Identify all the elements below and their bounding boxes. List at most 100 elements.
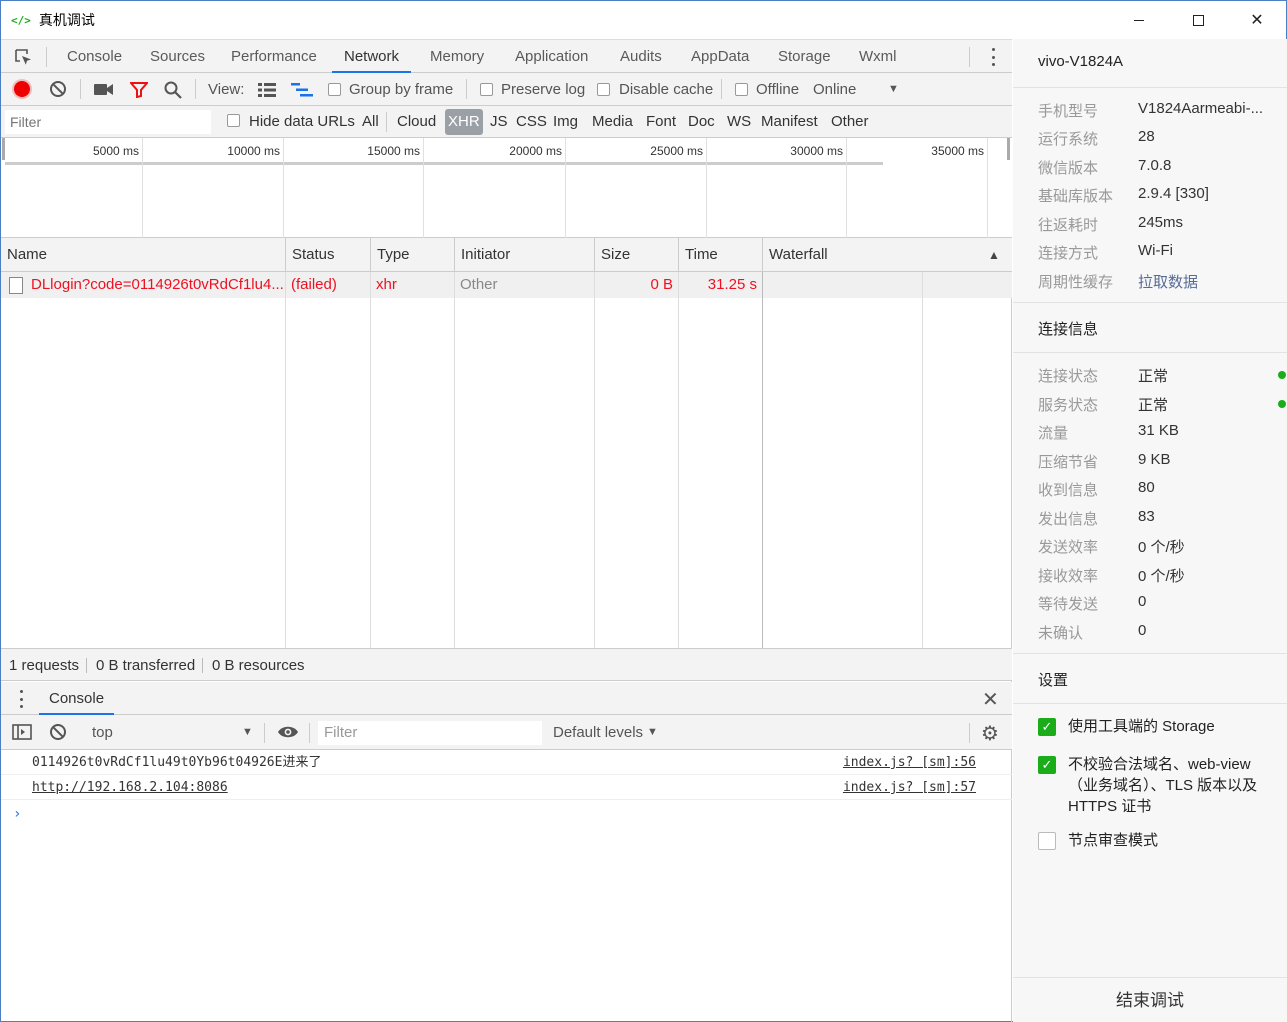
filter-type-img[interactable]: Img	[553, 106, 578, 138]
tab-application[interactable]: Application	[515, 40, 588, 73]
column-status[interactable]: Status	[286, 238, 371, 272]
column-time[interactable]: Time	[679, 238, 763, 272]
group-by-frame-label: Group by frame	[349, 81, 454, 98]
table-row[interactable]: DLlogin?code=0114926t0vRdCf1lu4... (fail…	[1, 272, 1012, 298]
close-button[interactable]: ✕	[1228, 1, 1286, 39]
console-prompt[interactable]: ›	[13, 806, 21, 822]
camera-icon[interactable]	[94, 83, 114, 96]
checkbox-unchecked[interactable]	[1038, 832, 1056, 850]
conn-value: 0	[1138, 593, 1147, 610]
filter-icon[interactable]	[130, 82, 148, 98]
column-divider	[454, 272, 455, 648]
group-by-frame-checkbox[interactable]	[328, 83, 341, 96]
tab-console[interactable]: Console	[67, 40, 122, 73]
filter-type-media[interactable]: Media	[592, 106, 633, 138]
checkbox-checked[interactable]: ✓	[1038, 756, 1056, 774]
conn-key: 未确认	[1038, 625, 1084, 642]
log-levels-select[interactable]: Default levels	[553, 715, 643, 750]
devtools-tab-bar: Console Sources Performance Network Memo…	[1, 39, 1012, 73]
console-filter-input[interactable]: Filter	[318, 721, 542, 745]
console-source-link[interactable]: index.js? [sm]:56	[843, 750, 976, 775]
sort-up-icon[interactable]: ▲	[988, 248, 1000, 262]
waterfall-overview-icon[interactable]	[291, 83, 313, 97]
column-name[interactable]: Name	[1, 238, 286, 272]
filter-type-doc[interactable]: Doc	[688, 106, 715, 138]
tab-audits[interactable]: Audits	[620, 40, 662, 73]
eye-icon[interactable]	[277, 725, 299, 739]
column-type[interactable]: Type	[371, 238, 455, 272]
disable-cache-checkbox[interactable]	[597, 83, 610, 96]
console-url-link[interactable]: http://192.168.2.104:8086	[32, 775, 228, 800]
overview-handle-left[interactable]	[2, 138, 5, 160]
tab-sources[interactable]: Sources	[150, 40, 205, 73]
filter-type-font[interactable]: Font	[646, 106, 676, 138]
clear-icon[interactable]	[50, 81, 66, 97]
throttle-select[interactable]: Online	[813, 73, 856, 106]
tab-memory[interactable]: Memory	[430, 40, 484, 73]
filter-type-css[interactable]: CSS	[516, 106, 547, 138]
column-size[interactable]: Size	[595, 238, 679, 272]
setting-label: 节点审查模式	[1068, 832, 1159, 849]
column-waterfall[interactable]: Waterfall	[763, 238, 1012, 272]
chevron-down-icon[interactable]: ▼	[647, 715, 658, 750]
overview-handle-right[interactable]	[1007, 138, 1010, 160]
overview-tick-label: 20000 ms	[509, 144, 562, 158]
setting-use-storage[interactable]: ✓ 使用工具端的 Storage	[1038, 716, 1273, 740]
pull-data-link[interactable]: 拉取数据	[1138, 271, 1198, 292]
filter-type-xhr[interactable]: XHR	[445, 109, 483, 135]
search-icon[interactable]	[164, 81, 182, 99]
offline-checkbox[interactable]	[735, 83, 748, 96]
request-name[interactable]: DLlogin?code=0114926t0vRdCf1lu4...	[31, 272, 283, 298]
filter-bar: Hide data URLs All Cloud XHR JS CSS Img …	[1, 106, 1012, 138]
overview-track	[5, 162, 883, 165]
large-rows-icon[interactable]	[258, 83, 276, 97]
drawer-tab-console[interactable]: Console	[39, 682, 115, 715]
overview-tick-label: 5000 ms	[92, 144, 139, 158]
tab-network[interactable]: Network	[332, 40, 412, 73]
inspect-element-icon[interactable]	[13, 47, 33, 67]
filter-type-all[interactable]: All	[362, 106, 379, 138]
overview-tick-label: 10000 ms	[227, 144, 280, 158]
checkbox-checked[interactable]: ✓	[1038, 718, 1056, 736]
drawer-tab-bar: Console ✕	[1, 682, 1012, 715]
chevron-down-icon[interactable]: ▼	[242, 715, 253, 750]
drawer-menu-icon[interactable]	[20, 690, 24, 708]
sidebar-toggle-icon[interactable]	[12, 724, 32, 740]
filter-type-other[interactable]: Other	[831, 106, 869, 138]
overview-tick-label: 15000 ms	[367, 144, 420, 158]
gear-icon[interactable]: ⚙	[981, 721, 999, 746]
setting-skip-domain-check[interactable]: ✓ 不校验合法域名、web-view（业务域名）、TLS 版本以及 HTTPS …	[1038, 754, 1273, 820]
hide-data-urls-checkbox[interactable]	[227, 114, 240, 127]
chevron-down-icon[interactable]: ▼	[888, 73, 899, 106]
tab-storage[interactable]: Storage	[778, 40, 831, 73]
window: </> 真机调试 ✕ Console Sources Performance N…	[0, 0, 1287, 1022]
timeline-overview[interactable]: 5000 ms 10000 ms 15000 ms 20000 ms 25000…	[1, 138, 1012, 238]
settings-section-title: 设置	[1038, 672, 1069, 689]
close-drawer-icon[interactable]: ✕	[982, 687, 999, 712]
column-initiator[interactable]: Initiator	[455, 238, 595, 272]
tab-performance[interactable]: Performance	[231, 40, 317, 73]
context-select[interactable]: top	[92, 715, 113, 750]
filter-type-cloud[interactable]: Cloud	[397, 106, 436, 138]
more-menu-icon[interactable]	[986, 48, 1000, 66]
filter-type-js[interactable]: JS	[490, 106, 508, 138]
column-divider	[762, 272, 763, 648]
column-divider	[678, 272, 679, 648]
tab-appdata[interactable]: AppData	[691, 40, 749, 73]
request-table: Name Status Type Initiator Size Time Wat…	[1, 238, 1012, 648]
preserve-log-checkbox[interactable]	[480, 83, 493, 96]
minimize-button[interactable]	[1110, 1, 1168, 39]
tab-wxml[interactable]: Wxml	[859, 40, 897, 73]
maximize-button[interactable]	[1169, 1, 1227, 39]
record-button[interactable]	[14, 81, 30, 97]
conn-key: 发送效率	[1038, 539, 1099, 556]
setting-node-inspect[interactable]: 节点审查模式	[1038, 830, 1273, 854]
request-count: 1 requests	[9, 657, 80, 674]
filter-type-ws[interactable]: WS	[727, 106, 751, 138]
filter-type-manifest[interactable]: Manifest	[761, 106, 818, 138]
filter-input[interactable]	[5, 110, 211, 134]
clear-console-icon[interactable]	[50, 724, 66, 740]
console-source-link[interactable]: index.js? [sm]:57	[843, 775, 976, 800]
end-debug-button[interactable]: 结束调试	[1013, 977, 1287, 1022]
overview-gridline	[846, 138, 847, 238]
